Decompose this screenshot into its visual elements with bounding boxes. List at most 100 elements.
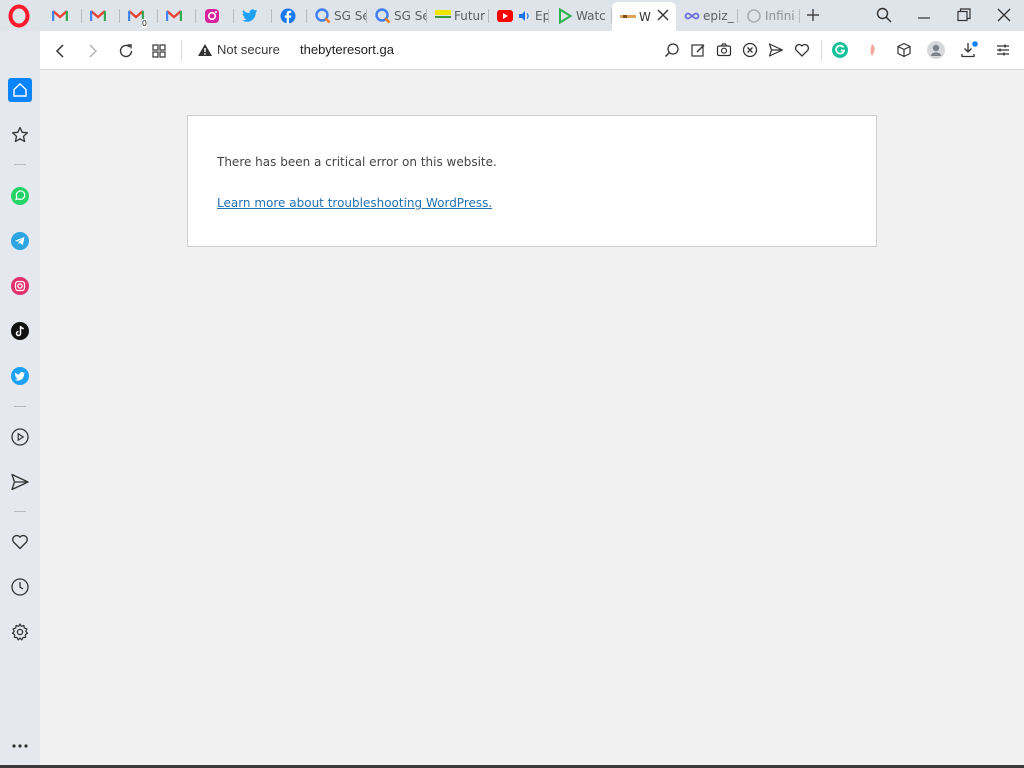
chevron-left-icon [55,44,64,58]
minimize-button[interactable] [913,4,935,26]
camera-icon [716,43,732,57]
sidebar-item-flow[interactable] [8,470,32,494]
chevron-right-icon [89,44,98,58]
sidebar [0,31,40,768]
search-icon [876,7,892,23]
reload-icon [119,44,133,58]
warning-icon [198,43,212,56]
magnifier-icon [664,43,679,58]
url-field[interactable]: thebyteresort.ga [300,42,394,57]
extension-button[interactable] [862,40,882,60]
grammarly-extension[interactable] [830,40,850,60]
ad-block-icon [742,42,758,58]
play-icon [557,7,573,24]
loading-icon [746,8,762,24]
gmail-icon [90,8,106,24]
download-icon [961,41,978,58]
close-icon [997,8,1011,22]
facebook-icon [280,8,296,24]
sg-search-icon [375,7,391,24]
tab-sg-search-2[interactable]: SG Se [367,2,427,29]
infinity-icon [684,8,700,24]
sidebar-item-bookmarks[interactable] [8,530,32,554]
heart-icon [12,534,28,550]
twitter-icon [11,367,29,385]
tab-gmail-3[interactable]: 0 [120,2,158,29]
twitter-icon [242,8,258,24]
snapshot-button[interactable] [714,40,734,60]
grammarly-icon [832,42,848,58]
gear-icon [11,623,29,641]
site-favicon-icon [620,9,636,25]
security-indicator[interactable]: Not secure [197,42,280,57]
whatsapp-icon [11,187,29,205]
sidebar-divider [14,164,26,165]
tab-snapshot-button[interactable] [148,40,170,62]
tab-facebook[interactable] [272,2,307,29]
tab-instagram[interactable] [196,2,234,29]
restore-button[interactable] [953,4,975,26]
error-box: There has been a critical error on this … [187,115,877,247]
sidebar-item-history[interactable] [8,575,32,599]
search-tabs-button[interactable] [873,4,895,26]
tab-strip: 0 SG Se SG Se Futur Ep Watc W epiz_ Infi… [0,0,1024,31]
grid-icon [152,44,166,58]
tab-youtube[interactable]: Ep [489,2,549,29]
tab-epiz[interactable]: epiz_ [676,2,738,29]
yellow-flag-icon [435,8,451,24]
close-tab-icon[interactable] [656,8,670,22]
tab-gmail-2[interactable] [82,2,120,29]
instagram-icon [11,277,29,295]
plus-icon [807,9,819,21]
sidebar-item-instagram[interactable] [8,274,32,298]
search-in-page-button[interactable] [662,40,682,60]
opera-menu-button[interactable] [8,4,30,28]
heart-icon [794,43,810,57]
player-icon [11,428,29,446]
page-content: There has been a critical error on this … [40,70,1024,768]
troubleshooting-link[interactable]: Learn more about troubleshooting WordPre… [217,196,492,210]
tab-gmail-1[interactable] [44,2,82,29]
sidebar-item-whatsapp[interactable] [8,184,32,208]
easy-setup-button[interactable] [993,40,1013,60]
tab-active-wordpress[interactable]: W [612,2,676,31]
security-label: Not secure [217,42,280,57]
tab-sg-search-1[interactable]: SG Se [307,2,367,29]
forward-button[interactable] [82,40,104,62]
star-icon [11,126,29,143]
sg-search-icon [315,7,331,24]
extensions-menu-button[interactable] [894,40,914,60]
home-icon [13,83,27,97]
send-icon [11,473,29,491]
send-icon [768,43,784,57]
profile-button[interactable] [926,40,946,60]
tab-watch[interactable]: Watc [549,2,612,29]
sidebar-item-player[interactable] [8,425,32,449]
edit-button[interactable] [688,40,708,60]
sidebar-item-twitter[interactable] [8,364,32,388]
minimize-icon [918,17,930,19]
address-divider [821,40,822,61]
sidebar-item-telegram[interactable] [8,229,32,253]
tab-twitter[interactable] [234,2,272,29]
sidebar-item-home[interactable] [8,78,32,102]
downloads-button[interactable] [959,40,979,60]
speaker-icon[interactable] [516,8,532,24]
tab-infinity[interactable]: Infini [738,2,800,29]
edit-icon [691,44,705,57]
sidebar-item-speed-dial[interactable] [8,123,32,147]
cube-icon [897,42,911,58]
sidebar-item-settings[interactable] [8,620,32,644]
sidebar-item-tiktok[interactable] [8,319,32,343]
tab-future[interactable]: Futur [427,2,489,29]
reload-button[interactable] [115,40,137,62]
back-button[interactable] [49,40,71,62]
tab-badge: 0 [141,18,147,28]
bookmark-button[interactable] [792,40,812,60]
tab-gmail-4[interactable] [158,2,196,29]
new-tab-button[interactable] [804,6,822,24]
send-to-flow-button[interactable] [766,40,786,60]
close-window-button[interactable] [993,4,1015,26]
sidebar-more-button[interactable] [8,734,32,758]
ad-blocker-button[interactable] [740,40,760,60]
